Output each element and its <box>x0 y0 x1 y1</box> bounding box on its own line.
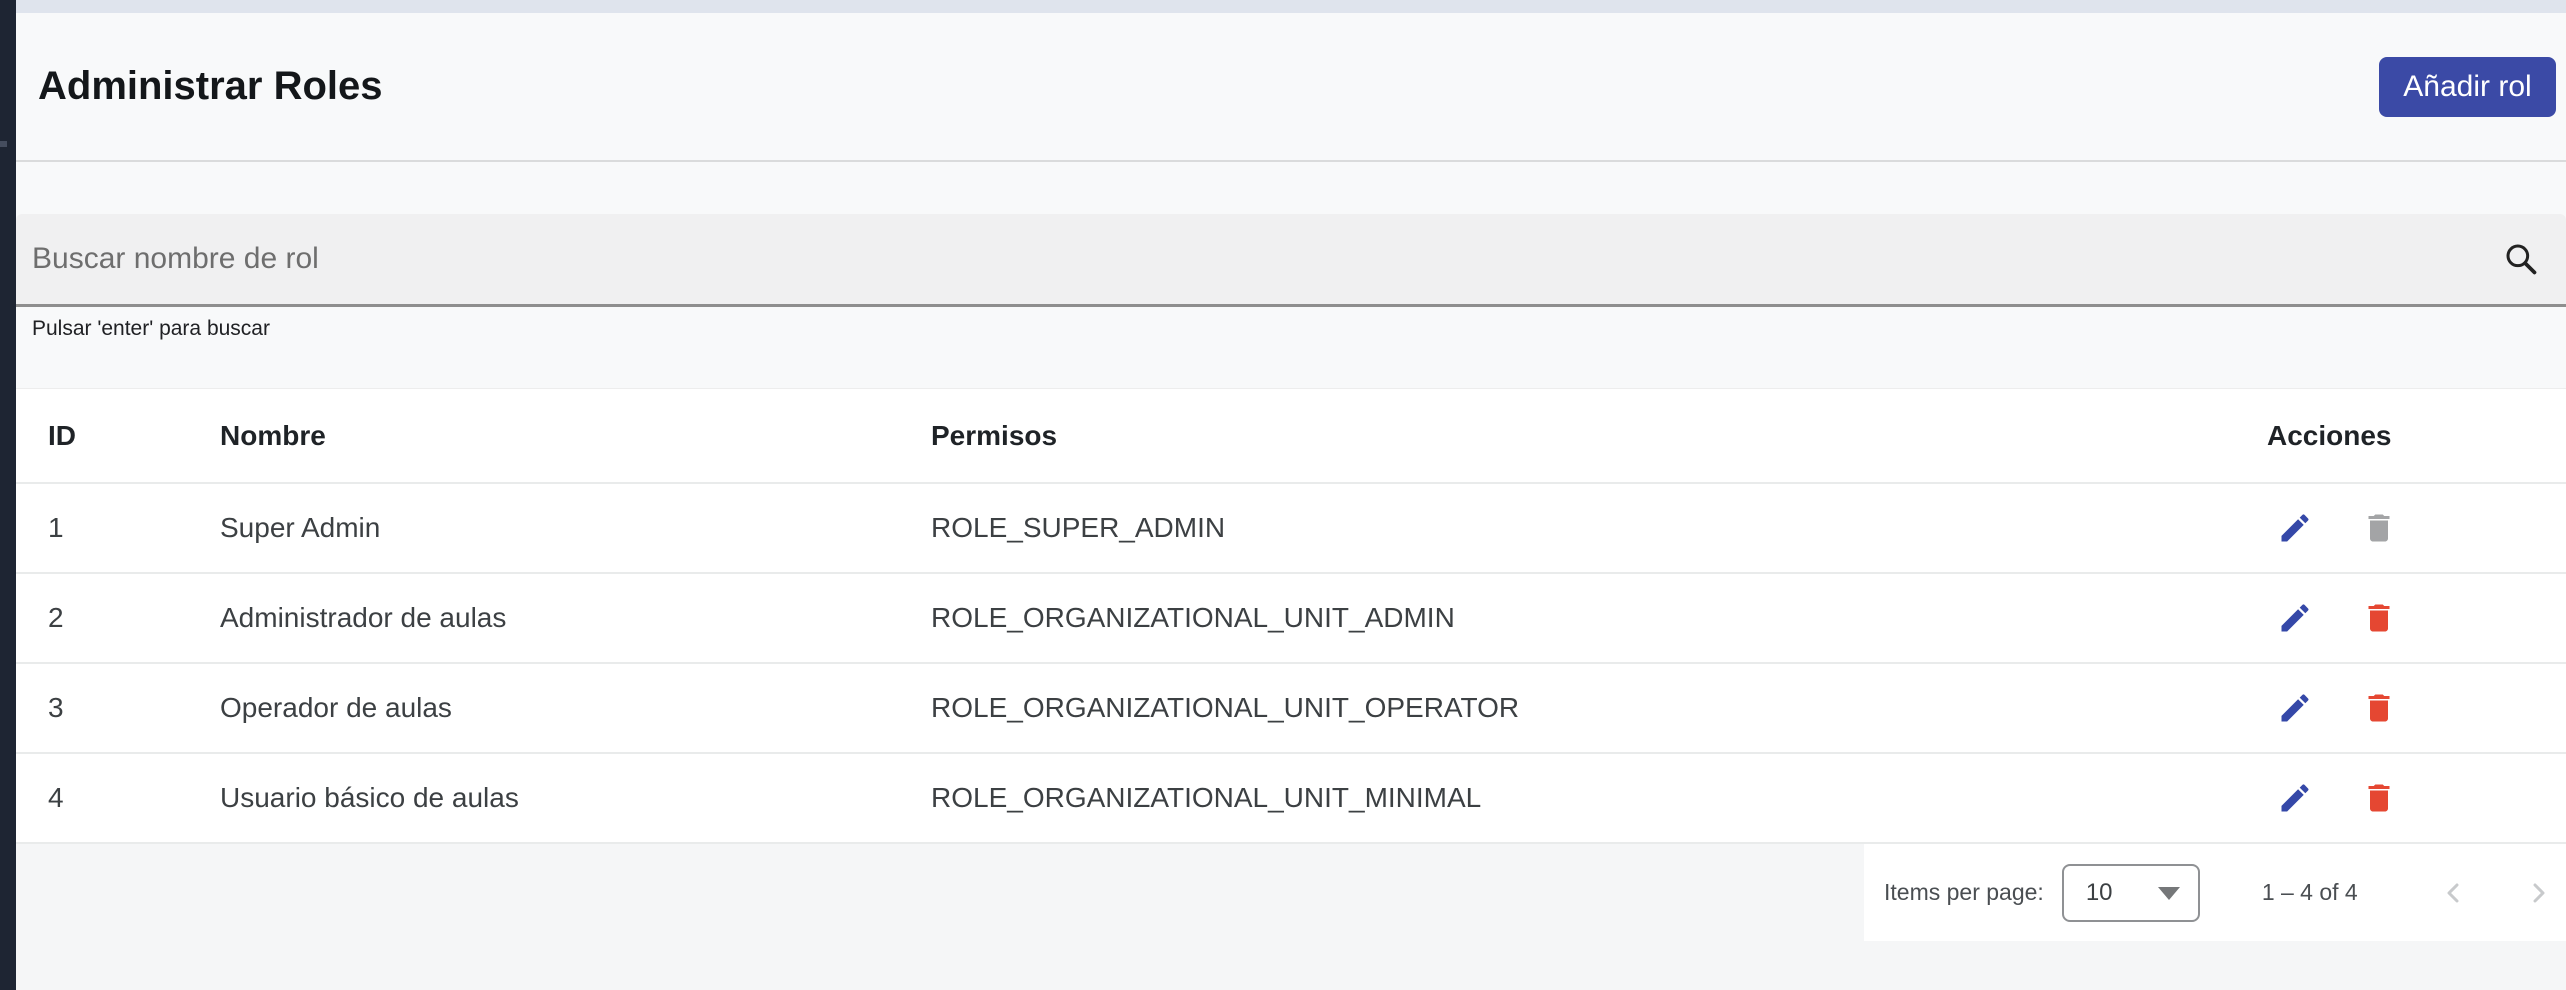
column-header-acciones: Acciones <box>2267 419 2392 451</box>
table-row: 3 Operador de aulas ROLE_ORGANIZATIONAL_UN… <box>16 664 2566 754</box>
next-page-button <box>2514 869 2562 917</box>
edit-role-button[interactable] <box>2267 770 2323 826</box>
edit-pencil-icon <box>2281 604 2309 632</box>
roles-table: ID Nombre Permisos Acciones 1 Super Admin… <box>16 388 2566 844</box>
page-range-label: 1 – 4 of 4 <box>2261 879 2358 905</box>
column-header-nombre: Nombre <box>220 419 326 451</box>
delete-trash-icon <box>2368 514 2390 542</box>
cell-nombre: Operador de aulas <box>220 692 452 723</box>
table-row: 4 Usuario básico de aulas ROLE_ORGANIZATIO… <box>16 754 2566 844</box>
top-bar <box>16 0 2566 13</box>
delete-trash-icon <box>2368 784 2390 812</box>
search-field[interactable] <box>16 214 2566 307</box>
edit-role-button[interactable] <box>2267 590 2323 646</box>
paginator: Items per page: 10 1 – 4 of 4 <box>1864 844 2566 941</box>
cell-nombre: Usuario básico de aulas <box>220 782 519 813</box>
cell-id: 4 <box>48 782 64 813</box>
cell-id: 3 <box>48 692 64 723</box>
footer-band: Items per page: 10 1 – 4 of 4 <box>16 844 2566 990</box>
edit-role-button[interactable] <box>2267 500 2323 556</box>
collapsed-sidebar[interactable] <box>0 0 16 990</box>
page-header: Administrar Roles Añadir rol <box>16 13 2566 160</box>
cell-acciones <box>2251 680 2566 736</box>
cell-acciones <box>2251 770 2566 826</box>
sidebar-scroll-thumb <box>0 141 7 147</box>
delete-trash-icon <box>2368 694 2390 722</box>
table-row: 2 Administrador de aulas ROLE_ORGANIZATION… <box>16 574 2566 664</box>
cell-permisos: ROLE_ORGANIZATIONAL_UNIT_MINIMAL <box>931 782 1482 813</box>
dropdown-caret-icon <box>2157 886 2180 900</box>
edit-role-button[interactable] <box>2267 680 2323 736</box>
page-title: Administrar Roles <box>38 64 383 108</box>
table-row: 1 Super Admin ROLE_SUPER_ADMIN <box>16 484 2566 574</box>
cell-permisos: ROLE_ORGANIZATIONAL_UNIT_ADMIN <box>931 602 1455 633</box>
edit-pencil-icon <box>2281 784 2309 812</box>
cell-permisos: ROLE_ORGANIZATIONAL_UNIT_OPERATOR <box>931 692 1520 723</box>
main-content: Administrar Roles Añadir rol Pulsar 'ent… <box>16 13 2566 990</box>
cell-nombre: Administrador de aulas <box>220 602 507 633</box>
search-icon[interactable] <box>2502 240 2540 278</box>
cell-acciones <box>2251 590 2566 646</box>
previous-page-button <box>2430 869 2478 917</box>
delete-role-button[interactable] <box>2351 680 2407 736</box>
search-section: Pulsar 'enter' para buscar <box>16 162 2566 341</box>
column-header-permisos: Permisos <box>931 419 1058 451</box>
chevron-right-icon <box>2533 883 2545 902</box>
cell-id: 1 <box>48 512 64 543</box>
search-input[interactable] <box>16 214 2566 304</box>
delete-role-button[interactable] <box>2351 590 2407 646</box>
add-role-button[interactable]: Añadir rol <box>2379 56 2556 117</box>
column-header-id: ID <box>48 419 76 451</box>
delete-role-button[interactable] <box>2351 770 2407 826</box>
delete-role-button <box>2351 500 2407 556</box>
page-size-select[interactable]: 10 <box>2061 863 2200 922</box>
table-header-row: ID Nombre Permisos Acciones <box>16 389 2566 484</box>
roles-admin-page: Administrar Roles Añadir rol Pulsar 'ent… <box>0 0 2566 990</box>
delete-trash-icon <box>2368 604 2390 632</box>
cell-acciones <box>2251 500 2566 556</box>
edit-pencil-icon <box>2281 694 2309 722</box>
cell-permisos: ROLE_SUPER_ADMIN <box>931 512 1226 543</box>
cell-id: 2 <box>48 602 64 633</box>
cell-nombre: Super Admin <box>220 512 381 543</box>
chevron-left-icon <box>2447 883 2459 902</box>
table-body: 1 Super Admin ROLE_SUPER_ADMIN 2 Administrad… <box>16 484 2566 844</box>
page-size-value: 10 <box>2085 878 2113 906</box>
items-per-page-label: Items per page: <box>1884 879 2044 905</box>
search-hint: Pulsar 'enter' para buscar <box>32 317 270 340</box>
edit-pencil-icon <box>2281 514 2309 542</box>
